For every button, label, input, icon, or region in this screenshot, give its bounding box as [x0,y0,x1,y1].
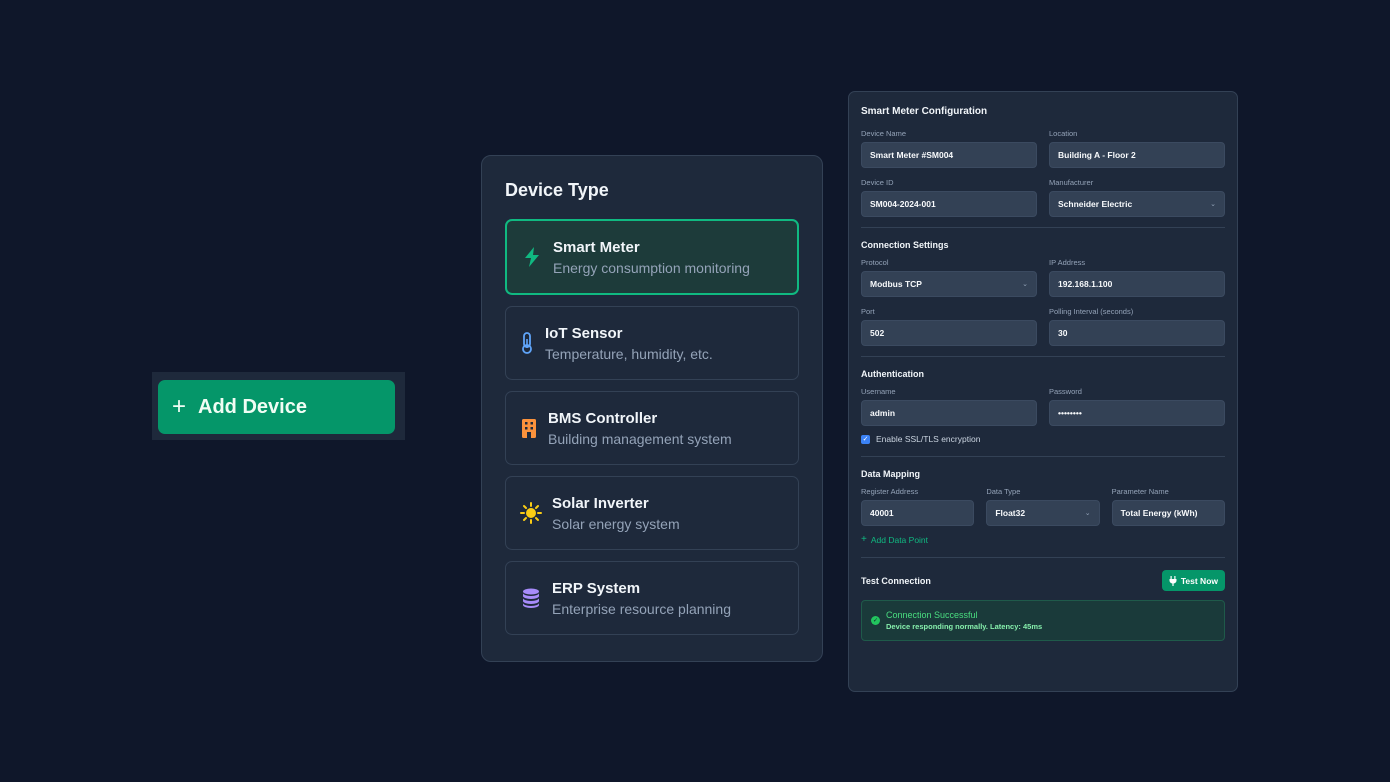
divider [861,227,1225,228]
data-type-select[interactable]: Float32 ⌄ [986,500,1100,526]
device-type-desc: Solar energy system [552,515,680,532]
device-type-erp-system[interactable]: ERP System Enterprise resource planning [505,561,799,635]
device-type-name: Solar Inverter [552,494,649,512]
device-type-name: Smart Meter [553,238,640,256]
device-type-desc: Temperature, humidity, etc. [545,345,713,362]
polling-interval-input[interactable]: 30 [1049,320,1225,346]
chevron-down-icon: ⌄ [1084,510,1091,517]
device-name-label: Device Name [861,129,907,138]
thermometer-icon [519,332,535,354]
ip-address-label: IP Address [1049,258,1086,267]
divider [861,557,1225,558]
chevron-down-icon: ⌄ [1022,281,1028,288]
port-input[interactable]: 502 [861,320,1037,346]
device-type-name: ERP System [552,579,641,597]
port-label: Port [861,307,875,316]
test-now-button[interactable]: Test Now [1161,570,1225,591]
register-address-input[interactable]: 40001 [861,500,975,526]
add-device-label: Add Device [198,395,307,418]
device-id-input[interactable]: SM004-2024-001 [861,191,1037,217]
password-label: Password [1049,387,1082,396]
password-input[interactable]: •••••••• [1049,400,1225,426]
device-type-iot-sensor[interactable]: IoT Sensor Temperature, humidity, etc. [505,306,799,380]
ssl-checkbox[interactable]: ✓ [861,434,870,444]
device-name-input[interactable]: Smart Meter #SM004 [861,142,1037,168]
lightning-icon [521,246,543,268]
username-label: Username [861,387,896,396]
device-type-solar-inverter[interactable]: Solar Inverter Solar energy system [505,476,799,550]
device-type-name: BMS Controller [548,409,658,427]
test-connection-title: Test Connection [861,575,931,586]
sun-icon [520,502,542,524]
config-panel: Smart Meter Configuration Device Name Sm… [848,91,1238,692]
device-type-bms-controller[interactable]: BMS Controller Building management syste… [505,391,799,465]
manufacturer-select[interactable]: Schneider Electric ⌄ [1049,191,1225,217]
polling-interval-label: Polling Interval (seconds) [1049,307,1134,316]
config-title: Smart Meter Configuration [861,106,988,117]
device-type-desc: Enterprise resource planning [552,600,731,617]
device-type-panel: Device Type Smart Meter Energy consumpti… [481,155,823,662]
manufacturer-label: Manufacturer [1049,178,1094,187]
location-input[interactable]: Building A - Floor 2 [1049,142,1225,168]
plug-icon [1169,575,1177,586]
plus-icon: + [861,534,867,545]
device-type-desc: Energy consumption monitoring [553,259,750,276]
divider [861,356,1225,357]
add-device-button[interactable]: + Add Device [158,380,395,434]
ssl-checkbox-row[interactable]: ✓ Enable SSL/TLS encryption [861,434,1225,444]
divider [861,456,1225,457]
ssl-label: Enable SSL/TLS encryption [876,434,981,444]
location-label: Location [1049,129,1078,138]
chevron-down-icon: ⌄ [1210,201,1216,208]
device-type-desc: Building management system [548,430,732,447]
building-icon [520,417,538,439]
ip-address-input[interactable]: 192.168.1.100 [1049,271,1225,297]
parameter-name-label: Parameter Name [1111,487,1169,496]
device-type-smart-meter[interactable]: Smart Meter Energy consumption monitorin… [505,219,799,295]
username-input[interactable]: admin [861,400,1037,426]
data-mapping-title: Data Mapping [861,469,921,479]
plus-icon: + [172,393,187,420]
connection-status-box: ✓ Connection Successful Device respondin… [861,600,1225,641]
protocol-select[interactable]: Modbus TCP ⌄ [861,271,1037,297]
database-icon [520,587,542,609]
check-circle-icon: ✓ [871,616,880,625]
connection-status-title: Connection Successful [886,610,978,620]
device-type-name: IoT Sensor [545,324,623,342]
connection-settings-title: Connection Settings [861,240,949,250]
connection-status-desc: Device responding normally. Latency: 45m… [886,622,1043,631]
device-type-title: Device Type [505,180,609,200]
data-type-label: Data Type [986,487,1021,496]
device-id-label: Device ID [861,178,894,187]
register-address-label: Register Address [861,487,919,496]
protocol-label: Protocol [861,258,889,267]
parameter-name-input[interactable]: Total Energy (kWh) [1111,500,1225,526]
add-device-container: + Add Device [152,372,405,440]
authentication-title: Authentication [861,369,924,379]
add-data-point-link[interactable]: + Add Data Point [861,534,1225,545]
